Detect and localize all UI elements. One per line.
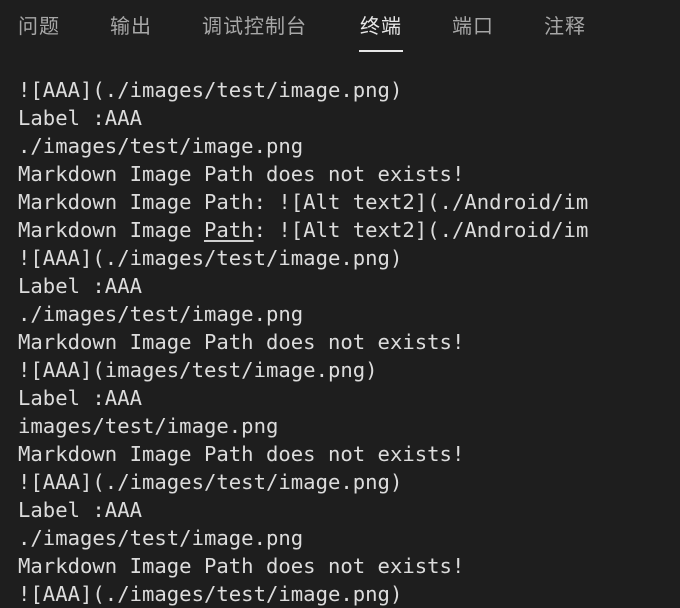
terminal-line: Label :AAA xyxy=(18,498,142,522)
tab-debug-console[interactable]: 调试控制台 xyxy=(202,0,307,52)
terminal-line: ![AAA](./images/test/image.png) xyxy=(18,582,403,606)
terminal-line: Markdown Image Path: ![Alt text2](./Andr… xyxy=(18,190,589,214)
tab-ports-label: 端口 xyxy=(452,14,494,38)
terminal-line: ![AAA](./images/test/image.png) xyxy=(18,78,403,102)
terminal-line: ![AAA](images/test/image.png) xyxy=(18,358,378,382)
terminal-line: ./images/test/image.png xyxy=(18,526,304,550)
terminal-line: ./images/test/image.png xyxy=(18,302,304,326)
terminal-line: Markdown Image Path: ![Alt text2](./Andr… xyxy=(18,216,680,244)
terminal-line: ![AAA](./images/test/image.png) xyxy=(18,246,403,270)
active-tab-indicator xyxy=(359,50,403,52)
terminal-line: Markdown Image Path does not exists! xyxy=(18,554,465,578)
tab-comments[interactable]: 注释 xyxy=(544,0,586,52)
tab-ports[interactable]: 端口 xyxy=(452,0,494,52)
tab-terminal[interactable]: 终端 xyxy=(359,0,403,52)
bottom-panel: 问题 输出 调试控制台 终端 端口 注释 ![AAA](./images/tes… xyxy=(0,0,680,608)
tab-output[interactable]: 输出 xyxy=(110,0,152,52)
terminal-line: ![AAA](./images/test/image.png) xyxy=(18,470,403,494)
tab-problems[interactable]: 问题 xyxy=(18,0,60,52)
tab-output-label: 输出 xyxy=(110,14,152,38)
terminal-line: Markdown Image Path does not exists! xyxy=(18,162,465,186)
tab-terminal-label: 终端 xyxy=(360,14,402,38)
terminal-line: Markdown Image Path does not exists! xyxy=(18,442,465,466)
terminal-line: Markdown Image Path does not exists! xyxy=(18,330,465,354)
terminal-line: ./images/test/image.png xyxy=(18,134,304,158)
terminal-text: Markdown Image xyxy=(18,218,204,242)
tab-problems-label: 问题 xyxy=(18,14,60,38)
terminal-text: : ![Alt text2](./Android/im xyxy=(253,218,589,242)
tab-debug-console-label: 调试控制台 xyxy=(202,14,307,38)
terminal-line: Label :AAA xyxy=(18,106,142,130)
terminal-line: Label :AAA xyxy=(18,274,142,298)
terminal-line: Label :AAA xyxy=(18,386,142,410)
terminal-output[interactable]: ![AAA](./images/test/image.png) Label :A… xyxy=(18,76,680,608)
tab-comments-label: 注释 xyxy=(544,14,586,38)
panel-tab-bar: 问题 输出 调试控制台 终端 端口 注释 xyxy=(0,0,680,52)
terminal-line: images/test/image.png xyxy=(18,414,279,438)
terminal-link[interactable]: Path xyxy=(204,218,254,242)
